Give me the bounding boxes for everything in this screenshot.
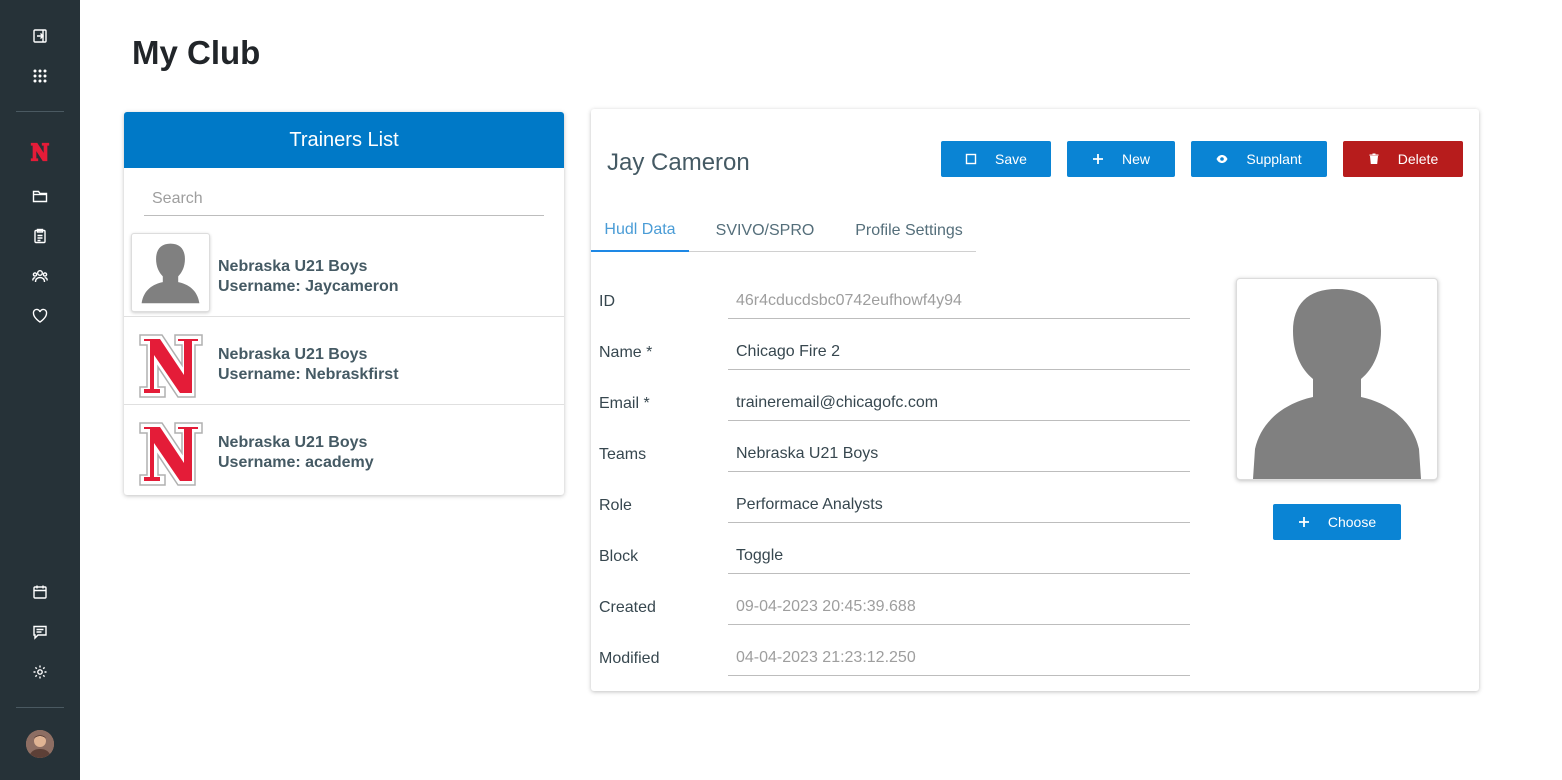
heart-icon[interactable] [30, 306, 50, 326]
profile-silhouette [1253, 289, 1421, 479]
nebraska-logo [131, 415, 211, 493]
field-label-name: Name * [599, 344, 653, 361]
plus-icon [1092, 154, 1103, 164]
sidebar [0, 0, 80, 780]
tab-hudl-data[interactable]: Hudl Data [591, 209, 689, 252]
field-label-block: Block [599, 548, 639, 565]
email-field[interactable]: traineremail@chicagofc.com [728, 385, 1190, 421]
nebraska-logo-icon[interactable] [28, 140, 52, 164]
choose-photo-button[interactable]: Choose [1273, 504, 1401, 540]
save-button[interactable]: Save [941, 141, 1051, 177]
users-icon[interactable] [30, 266, 50, 286]
field-label-id: ID [599, 293, 615, 310]
eye-icon [1216, 155, 1228, 163]
clipboard-icon[interactable] [30, 226, 50, 246]
user-avatar[interactable] [26, 730, 54, 758]
list-item-text: Nebraska U21 Boys Username: Nebraskfirst [218, 345, 399, 385]
search-input[interactable] [144, 182, 544, 215]
new-button-label: New [1121, 151, 1150, 167]
delete-button-label: Delete [1397, 151, 1439, 167]
folder-icon[interactable] [30, 186, 50, 206]
supplant-button[interactable]: Supplant [1191, 141, 1327, 177]
chat-icon[interactable] [30, 622, 50, 642]
block-field[interactable]: Toggle [728, 538, 1190, 574]
calendar-icon[interactable] [30, 582, 50, 602]
list-item-text: Nebraska U21 Boys Username: academy [218, 433, 374, 473]
list-item-team: Nebraska U21 Boys [218, 258, 368, 275]
tab-svivo-spro[interactable]: SVIVO/SPRO [709, 209, 821, 252]
new-button[interactable]: New [1067, 141, 1175, 177]
list-item-team: Nebraska U21 Boys [218, 346, 368, 363]
supplant-button-label: Supplant [1246, 151, 1302, 167]
list-item-username: Username: academy [218, 454, 374, 471]
created-field: 09-04-2023 20:45:39.688 [728, 589, 1190, 625]
list-item-team: Nebraska U21 Boys [218, 434, 368, 451]
trainers-list-card: Trainers List Nebraska U21 Boys Username… [124, 112, 564, 495]
delete-button[interactable]: Delete [1343, 141, 1463, 177]
gear-icon[interactable] [30, 662, 50, 682]
profile-photo [1236, 278, 1438, 480]
tab-profile-settings[interactable]: Profile Settings [847, 209, 971, 252]
field-label-role: Role [599, 497, 632, 514]
id-field[interactable]: 46r4cducdsbc0742eufhowf4y94 [728, 283, 1190, 319]
trainers-list-header: Trainers List [124, 112, 564, 168]
name-field[interactable]: Chicago Fire 2 [728, 334, 1190, 370]
list-item-username: Username: Nebraskfirst [218, 366, 399, 383]
list-item-text: Nebraska U21 Boys Username: Jaycameron [218, 257, 399, 297]
apps-grid-icon[interactable] [30, 66, 50, 86]
list-item[interactable]: Nebraska U21 Boys Username: Nebraskfirst [124, 317, 564, 405]
field-label-created: Created [599, 599, 656, 616]
detail-tabs: Hudl Data SVIVO/SPRO Profile Settings [591, 209, 976, 252]
trainer-detail-card: Jay Cameron Save New Supplant Delete Hud… [591, 109, 1479, 691]
list-item[interactable]: Nebraska U21 Boys Username: Jaycameron [124, 229, 564, 317]
plus-icon [1298, 517, 1309, 527]
choose-button-label: Choose [1327, 514, 1377, 530]
field-label-teams: Teams [599, 446, 647, 463]
sidebar-divider [16, 707, 64, 708]
teams-field[interactable]: Nebraska U21 Boys [728, 436, 1190, 472]
trainer-name: Jay Cameron [607, 149, 750, 176]
list-item-username: Username: Jaycameron [218, 278, 399, 295]
sidebar-divider [16, 111, 64, 112]
page-title: My Club [132, 34, 261, 71]
trainer-thumbnail [131, 233, 210, 312]
modified-field: 04-04-2023 21:23:12.250 [728, 640, 1190, 676]
trash-icon [1369, 153, 1379, 164]
square-icon [965, 153, 977, 165]
save-button-label: Save [995, 151, 1027, 167]
field-label-modified: Modified [599, 650, 660, 667]
field-label-email: Email * [599, 395, 650, 412]
search-field [144, 182, 544, 216]
role-field[interactable]: Performace Analysts [728, 487, 1190, 523]
sign-in-icon[interactable] [30, 26, 50, 46]
list-item[interactable]: Nebraska U21 Boys Username: academy [124, 405, 564, 493]
nebraska-logo [131, 327, 211, 405]
